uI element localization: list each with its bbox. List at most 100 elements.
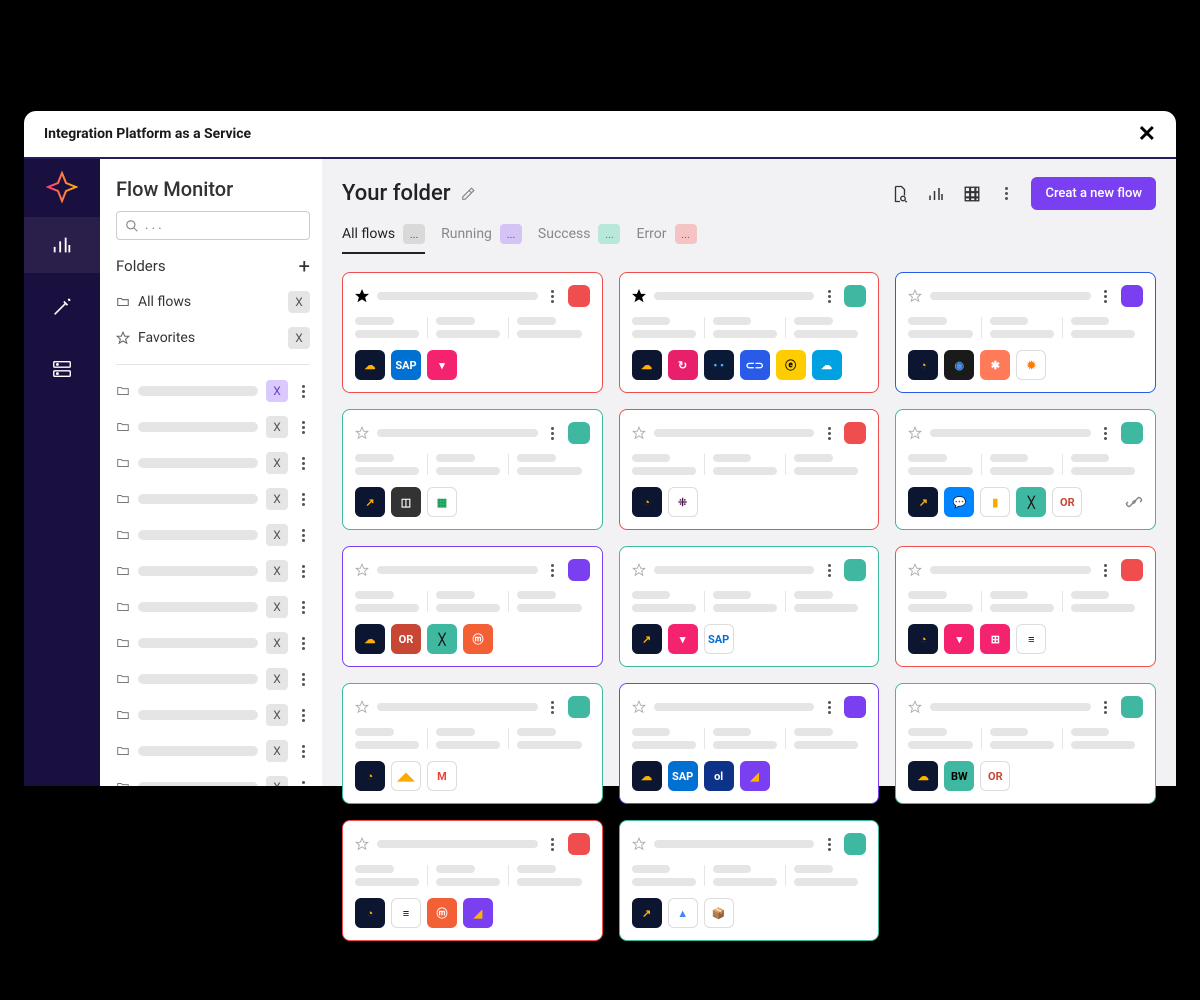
card-more-icon[interactable] xyxy=(822,287,836,305)
flow-card[interactable]: ↗▾SAP xyxy=(619,546,880,667)
folder-icon xyxy=(116,708,130,722)
search-input-wrapper[interactable] xyxy=(116,211,310,240)
flow-card[interactable]: ◔◉✱✹ xyxy=(895,272,1156,393)
grid-view-icon[interactable] xyxy=(963,185,981,203)
flow-card[interactable]: ↗▲📦 xyxy=(619,820,880,941)
flow-card[interactable]: ◔⁜ xyxy=(619,409,880,530)
folder-item[interactable]: X xyxy=(116,769,310,786)
favorite-star-icon[interactable] xyxy=(908,563,922,577)
card-more-icon[interactable] xyxy=(1099,287,1113,305)
nav-item-database[interactable] xyxy=(24,341,100,397)
link-icon[interactable] xyxy=(1125,493,1143,511)
integration-app-icon: ↗ xyxy=(355,487,385,517)
folder-more-icon[interactable] xyxy=(296,490,310,508)
card-more-icon[interactable] xyxy=(546,835,560,853)
folder-icon xyxy=(116,492,130,506)
card-more-icon[interactable] xyxy=(546,287,560,305)
favorite-star-icon[interactable] xyxy=(355,837,369,851)
folder-more-icon[interactable] xyxy=(296,418,310,436)
flow-card[interactable]: ☁SAP▾ xyxy=(342,272,603,393)
flow-card[interactable]: ☁SAPol◢ xyxy=(619,683,880,804)
tab-error[interactable]: Error... xyxy=(636,224,696,254)
folder-more-icon[interactable] xyxy=(296,562,310,580)
card-more-icon[interactable] xyxy=(546,561,560,579)
add-folder-button[interactable]: + xyxy=(299,254,310,278)
folder-more-icon[interactable] xyxy=(296,778,310,786)
folder-item[interactable]: X xyxy=(116,625,310,661)
flow-card[interactable]: ◔◢◣M xyxy=(342,683,603,804)
favorite-star-icon[interactable] xyxy=(908,426,922,440)
card-more-icon[interactable] xyxy=(546,424,560,442)
folder-item[interactable]: X xyxy=(116,697,310,733)
folder-more-icon[interactable] xyxy=(296,742,310,760)
favorite-star-icon[interactable] xyxy=(908,700,922,714)
tab-running[interactable]: Running... xyxy=(441,224,522,254)
folder-item[interactable]: X xyxy=(116,553,310,589)
tab-all-flows[interactable]: All flows... xyxy=(342,224,425,254)
flow-card[interactable]: ◔▾⊞≡ xyxy=(895,546,1156,667)
nav-item-wand[interactable] xyxy=(24,279,100,335)
folder-more-icon[interactable] xyxy=(296,706,310,724)
integration-icon-row: ↗▾SAP xyxy=(632,624,867,654)
card-more-icon[interactable] xyxy=(822,698,836,716)
folder-more-icon[interactable] xyxy=(296,670,310,688)
tab-count-chip: ... xyxy=(403,224,425,244)
folder-item[interactable]: X xyxy=(116,409,310,445)
favorite-star-icon[interactable] xyxy=(355,426,369,440)
tab-success[interactable]: Success... xyxy=(538,224,621,254)
integration-app-icon: ✹ xyxy=(1016,350,1046,380)
tab-label: Success xyxy=(538,226,591,242)
nav-item-monitor[interactable] xyxy=(24,217,100,273)
card-title-placeholder xyxy=(930,292,1091,300)
more-options-icon[interactable] xyxy=(999,185,1013,203)
favorite-star-icon[interactable] xyxy=(632,837,646,851)
flow-card[interactable]: ◔≡ⓜ◢ xyxy=(342,820,603,941)
folder-more-icon[interactable] xyxy=(296,634,310,652)
search-input[interactable] xyxy=(145,218,301,233)
folder-item[interactable]: X xyxy=(116,373,310,409)
folder-item[interactable]: X xyxy=(116,445,310,481)
folder-item[interactable]: X xyxy=(116,733,310,769)
card-more-icon[interactable] xyxy=(1099,561,1113,579)
favorite-star-icon[interactable] xyxy=(632,700,646,714)
flow-card[interactable]: ☁BWOR xyxy=(895,683,1156,804)
folder-favorites[interactable]: FavoritesX xyxy=(116,320,310,356)
folder-item[interactable]: X xyxy=(116,481,310,517)
favorite-star-icon[interactable] xyxy=(355,563,369,577)
card-more-icon[interactable] xyxy=(822,424,836,442)
close-icon[interactable]: ✕ xyxy=(1138,122,1156,147)
folder-more-icon[interactable] xyxy=(296,598,310,616)
edit-icon[interactable] xyxy=(461,187,475,201)
bar-chart-icon[interactable] xyxy=(927,185,945,203)
folder-all-flows[interactable]: All flowsX xyxy=(116,284,310,320)
integration-app-icon: SAP xyxy=(391,350,421,380)
folder-more-icon[interactable] xyxy=(296,526,310,544)
folder-item[interactable]: X xyxy=(116,589,310,625)
folder-icon xyxy=(116,384,130,398)
card-more-icon[interactable] xyxy=(822,561,836,579)
flow-card[interactable]: ☁↻• •⊂⊃ⓔ☁ xyxy=(619,272,880,393)
sidebar: Flow Monitor Folders + All flowsXFavorit… xyxy=(100,159,322,786)
card-more-icon[interactable] xyxy=(546,698,560,716)
favorite-star-icon[interactable] xyxy=(632,563,646,577)
folder-item[interactable]: X xyxy=(116,517,310,553)
flow-card[interactable]: ☁OR╳ⓜ xyxy=(342,546,603,667)
folder-more-icon[interactable] xyxy=(296,382,310,400)
folder-icon xyxy=(116,564,130,578)
create-new-flow-button[interactable]: Creat a new flow xyxy=(1031,177,1156,210)
favorite-star-icon[interactable] xyxy=(355,289,369,303)
card-more-icon[interactable] xyxy=(1099,698,1113,716)
integration-icon-row: ↗◫▦ xyxy=(355,487,590,517)
card-more-icon[interactable] xyxy=(1099,424,1113,442)
file-search-icon[interactable] xyxy=(891,185,909,203)
flow-card[interactable]: ↗◫▦ xyxy=(342,409,603,530)
folder-item[interactable]: X xyxy=(116,661,310,697)
favorite-star-icon[interactable] xyxy=(355,700,369,714)
folder-more-icon[interactable] xyxy=(296,454,310,472)
card-more-icon[interactable] xyxy=(822,835,836,853)
favorite-star-icon[interactable] xyxy=(632,426,646,440)
favorite-star-icon[interactable] xyxy=(908,289,922,303)
folder-icon xyxy=(116,420,130,434)
flow-card[interactable]: ↗💬▮╳OR xyxy=(895,409,1156,530)
favorite-star-icon[interactable] xyxy=(632,289,646,303)
